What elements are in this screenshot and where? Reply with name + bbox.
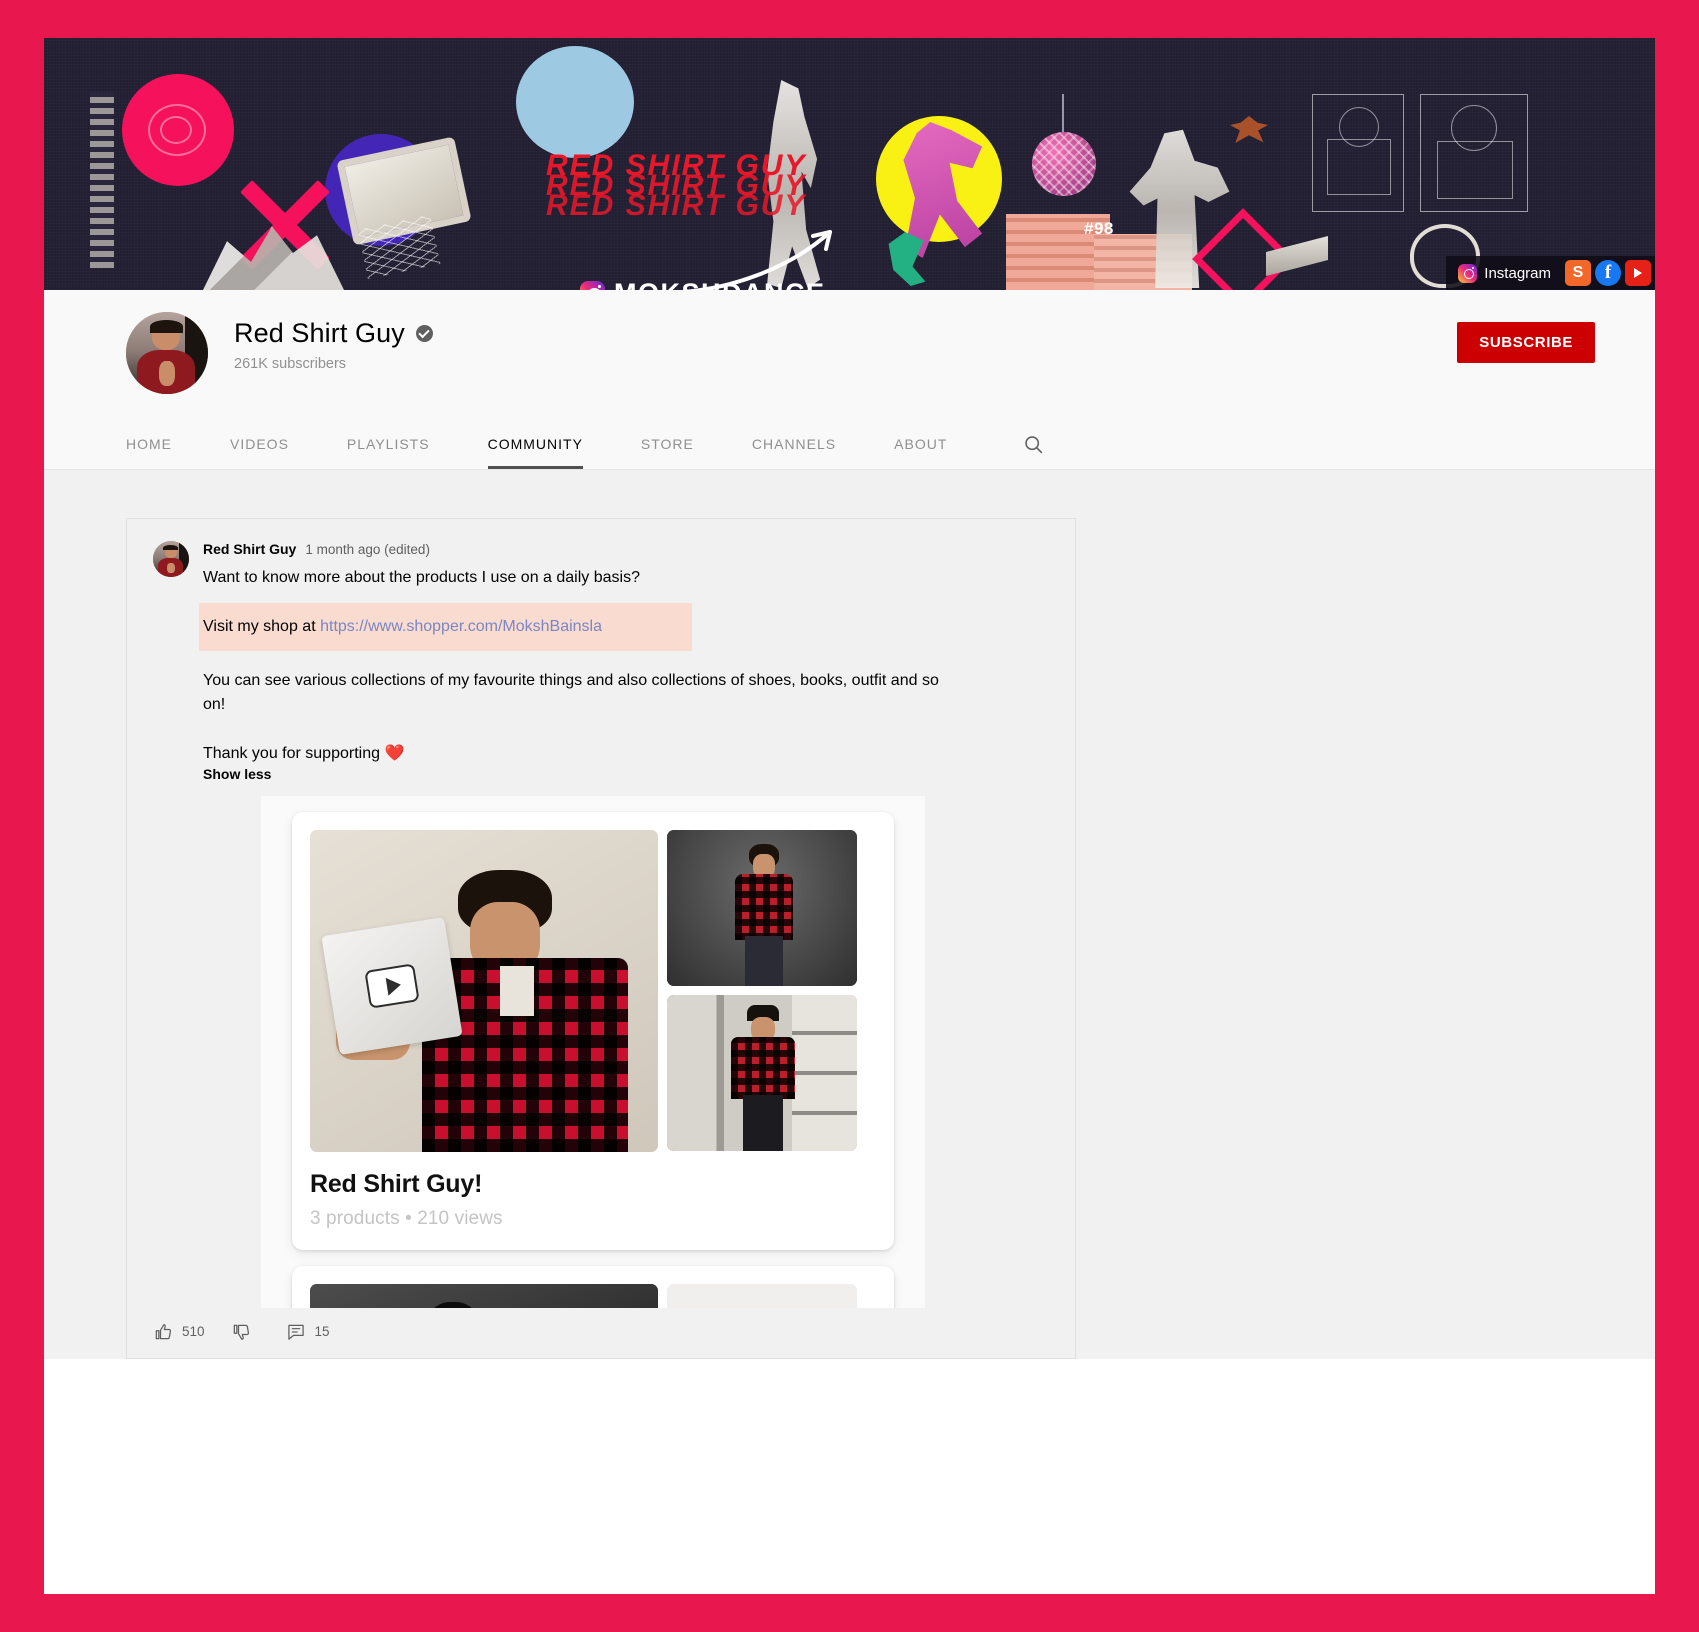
tab-playlists[interactable]: PLAYLISTS (347, 420, 430, 469)
store-image-bw-portrait (310, 1283, 658, 1308)
banner-brand-line-3: RED SHIRT GUY (546, 189, 807, 222)
like-button[interactable]: 510 (153, 1322, 205, 1342)
page-title: Red Shirt Guy (234, 318, 405, 348)
avatar[interactable] (126, 312, 208, 394)
subscriber-count: 261K subscribers (234, 356, 347, 372)
facebook-icon: f (1604, 262, 1612, 283)
post-store-attachment[interactable]: Red Shirt Guy! 3 products • 210 views (261, 795, 925, 1308)
tab-home[interactable]: HOME (126, 420, 172, 469)
thumbs-down-icon (233, 1324, 249, 1340)
youtube-channel-page: RED SHIRT GUY RED SHIRT GUY RED SHIRT GU… (44, 38, 1655, 1594)
banner-pink-ring-inner (160, 116, 192, 144)
post-shop-prefix: Visit my shop at (203, 618, 321, 636)
play-icon (364, 962, 420, 1009)
community-post: Red Shirt Guy 1 month ago (edited) Want … (126, 518, 1076, 1359)
banner-blue-circle (516, 46, 634, 158)
post-shop-link[interactable]: https://www.shopper.com/MokshBainsla (320, 618, 602, 635)
subscribe-button[interactable]: SUBSCRIBE (1457, 322, 1595, 363)
store-image-sneaker (667, 1283, 857, 1308)
comment-button[interactable]: 15 (286, 1322, 330, 1342)
store-card-1-meta: 3 products • 210 views (310, 1207, 503, 1229)
banner-disco-wire (1062, 94, 1064, 134)
instagram-icon (1458, 263, 1478, 283)
shopper-link[interactable]: S (1565, 260, 1591, 286)
store-card-2-images (310, 1283, 876, 1308)
comment-count: 15 (314, 1324, 330, 1340)
channel-tabs: HOME VIDEOS PLAYLISTS COMMUNITY STORE CH… (44, 420, 1655, 469)
banner-brand-text: RED SHIRT GUY RED SHIRT GUY RED SHIRT GU… (546, 151, 807, 222)
banner-social-links: Instagram S f (1446, 256, 1655, 290)
screenshot-frame: RED SHIRT GUY RED SHIRT GUY RED SHIRT GU… (0, 0, 1699, 1632)
store-image-window-photo (667, 994, 857, 1151)
show-less-button[interactable]: Show less (203, 766, 1049, 782)
thumbs-up-icon (155, 1323, 172, 1339)
tab-videos[interactable]: VIDEOS (230, 420, 289, 469)
store-image-studio-photo (667, 829, 857, 986)
youtube-link[interactable] (1625, 260, 1651, 286)
tab-community[interactable]: COMMUNITY (487, 420, 583, 469)
search-icon (1025, 436, 1043, 454)
store-card-1-title: Red Shirt Guy! (310, 1169, 483, 1198)
banner-handle-label: MOKSHDANCE (614, 278, 826, 290)
tab-store[interactable]: STORE (641, 420, 694, 469)
post-paragraph: You can see various collections of my fa… (203, 672, 939, 713)
banner-handle: MOKSHDANCE (580, 278, 826, 290)
channel-banner[interactable]: RED SHIRT GUY RED SHIRT GUY RED SHIRT GU… (44, 38, 1655, 290)
verified-badge-icon (415, 325, 433, 342)
tab-about[interactable]: ABOUT (894, 420, 947, 469)
banner-number-tag: #98 (1084, 219, 1114, 238)
channel-meta: Red Shirt Guy 261K subscribers (234, 312, 1457, 372)
dislike-button[interactable] (231, 1322, 260, 1342)
channel-search-button[interactable] (1023, 420, 1044, 469)
store-image-plaque-photo (310, 829, 658, 1152)
comment-icon (287, 1324, 304, 1340)
banner-filmstrip-decor (90, 92, 114, 268)
post-shop-highlight: Visit my shop at https://www.shopper.com… (199, 603, 692, 652)
facebook-link[interactable]: f (1595, 260, 1621, 286)
banner-blueprint-1 (1312, 94, 1404, 212)
store-card-1-images (310, 829, 876, 1152)
post-author-name[interactable]: Red Shirt Guy (203, 541, 296, 557)
store-card-1[interactable]: Red Shirt Guy! 3 products • 210 views (292, 811, 894, 1250)
channel-header: Red Shirt Guy 261K subscribers SUBSCRIBE… (44, 290, 1655, 470)
instagram-link-label: Instagram (1484, 264, 1551, 282)
store-card-2[interactable] (292, 1265, 894, 1308)
post-text-line-1: Want to know more about the products I u… (203, 569, 640, 586)
instagram-link[interactable]: Instagram (1458, 263, 1561, 283)
play-button-plaque (321, 916, 463, 1055)
post-action-bar: 510 15 (127, 1308, 1075, 1358)
post-author-avatar[interactable] (153, 541, 189, 577)
post-timestamp: 1 month ago (edited) (305, 542, 430, 557)
community-feed: Red Shirt Guy 1 month ago (edited) Want … (44, 470, 1655, 1359)
banner-disco-ball (1032, 132, 1096, 196)
tab-channels[interactable]: CHANNELS (752, 420, 836, 469)
shopper-icon: S (1572, 264, 1584, 281)
like-count: 510 (182, 1324, 205, 1340)
instagram-icon (580, 281, 605, 290)
post-thanks-line: Thank you for supporting ❤️ (203, 744, 405, 762)
banner-blueprint-2 (1420, 94, 1528, 212)
